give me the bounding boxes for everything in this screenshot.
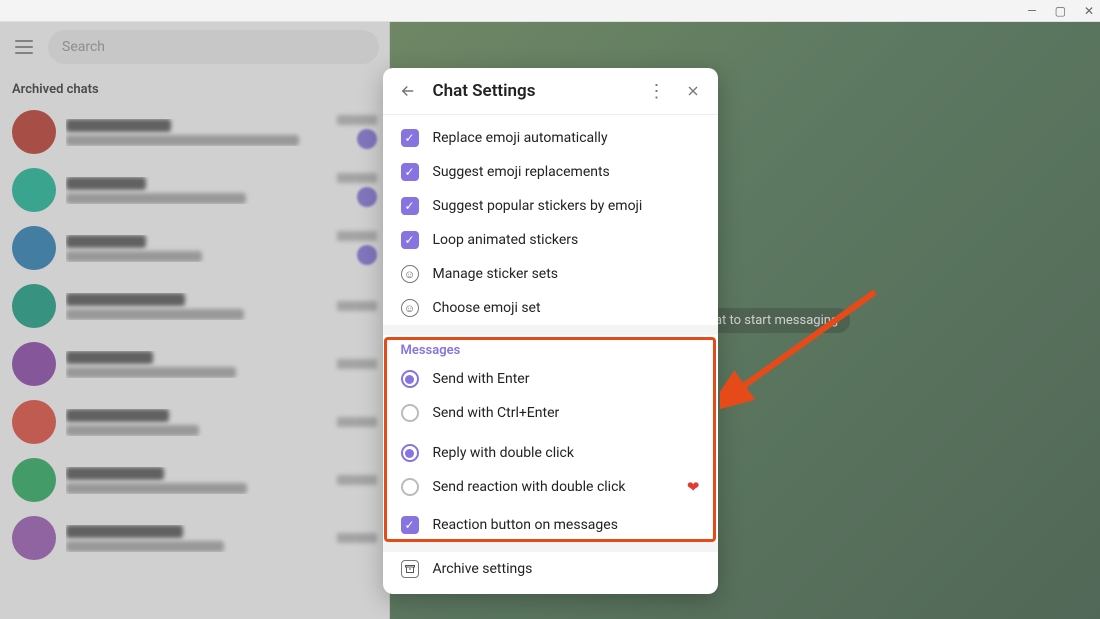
dialog-title: Chat Settings: [433, 81, 632, 101]
checkbox-checked-icon: ✓: [401, 231, 419, 249]
sidebar: Search Archived chats: [0, 22, 390, 619]
setting-label: Choose emoji set: [433, 300, 541, 316]
smiley-icon: ☺: [401, 265, 419, 283]
setting-reaction-button[interactable]: ✓ Reaction button on messages: [383, 508, 718, 542]
avatar: [12, 516, 56, 560]
radio-selected-icon: [401, 370, 419, 388]
chat-date: [337, 417, 377, 427]
archive-icon: [401, 560, 419, 578]
minimize-button[interactable]: —: [1027, 4, 1036, 18]
chat-date: [337, 173, 377, 183]
chat-list-item[interactable]: [0, 451, 389, 509]
chat-list-item[interactable]: [0, 161, 389, 219]
radio-selected-icon: [401, 444, 419, 462]
option-send-with-ctrl-enter[interactable]: Send with Ctrl+Enter: [383, 396, 718, 430]
maximize-button[interactable]: ▢: [1055, 4, 1066, 18]
chat-list-item[interactable]: [0, 219, 389, 277]
unread-badge: [357, 187, 377, 207]
unread-badge: [357, 129, 377, 149]
chat-preview: [66, 309, 244, 320]
chat-name: [66, 119, 171, 132]
chat-date: [337, 475, 377, 485]
setting-label: Replace emoji automatically: [433, 130, 608, 146]
chat-name: [66, 177, 146, 190]
setting-replace-emoji[interactable]: ✓ Replace emoji automatically: [383, 121, 718, 155]
checkbox-checked-icon: ✓: [401, 129, 419, 147]
unread-badge: [357, 245, 377, 265]
chat-date: [337, 301, 377, 311]
option-send-reaction-double-click[interactable]: Send reaction with double click ❤: [383, 470, 718, 504]
chat-date: [337, 231, 377, 241]
option-label: Reply with double click: [433, 445, 574, 461]
chat-date: [337, 533, 377, 543]
chat-name: [66, 235, 146, 248]
chat-name: [66, 409, 169, 422]
archived-chats-label: Archived chats: [0, 72, 389, 103]
avatar: [12, 226, 56, 270]
setting-choose-emoji-set[interactable]: ☺ Choose emoji set: [383, 291, 718, 325]
chat-preview: [66, 483, 247, 494]
setting-archive-settings[interactable]: Archive settings: [383, 552, 718, 586]
checkbox-checked-icon: ✓: [401, 197, 419, 215]
option-send-with-enter[interactable]: Send with Enter: [383, 362, 718, 396]
setting-manage-sticker-sets[interactable]: ☺ Manage sticker sets: [383, 257, 718, 291]
setting-loop-animated[interactable]: ✓ Loop animated stickers: [383, 223, 718, 257]
chat-preview: [66, 135, 299, 146]
setting-suggest-stickers[interactable]: ✓ Suggest popular stickers by emoji: [383, 189, 718, 223]
avatar: [12, 342, 56, 386]
avatar: [12, 458, 56, 502]
radio-unselected-icon: [401, 478, 419, 496]
setting-label: Archive settings: [433, 561, 533, 577]
heart-icon: ❤: [687, 478, 700, 496]
hamburger-menu-button[interactable]: [10, 33, 38, 61]
setting-label: Suggest emoji replacements: [433, 164, 610, 180]
radio-unselected-icon: [401, 404, 419, 422]
chat-name: [66, 467, 164, 480]
search-input[interactable]: Search: [48, 30, 379, 64]
chat-list-item[interactable]: [0, 509, 389, 567]
option-reply-double-click[interactable]: Reply with double click: [383, 436, 718, 470]
window-close-button[interactable]: ✕: [1084, 4, 1094, 18]
chat-name: [66, 293, 185, 306]
chat-settings-dialog: Chat Settings ⋮ ✓ Replace emoji automati…: [383, 68, 718, 594]
setting-label: Suggest popular stickers by emoji: [433, 198, 643, 214]
messages-group-label: Messages: [383, 335, 718, 362]
smiley-icon: ☺: [401, 299, 419, 317]
avatar: [12, 284, 56, 328]
checkbox-checked-icon: ✓: [401, 163, 419, 181]
chat-preview: [66, 425, 199, 436]
checkbox-checked-icon: ✓: [401, 516, 419, 534]
chat-list-item[interactable]: [0, 103, 389, 161]
chat-preview: [66, 367, 236, 378]
setting-label: Manage sticker sets: [433, 266, 559, 282]
option-label: Send with Ctrl+Enter: [433, 405, 560, 421]
dialog-close-button[interactable]: [682, 80, 704, 102]
chat-preview: [66, 251, 202, 262]
option-label: Send reaction with double click: [433, 479, 626, 495]
chat-preview: [66, 541, 224, 552]
avatar: [12, 400, 56, 444]
window-titlebar: — ▢ ✕: [0, 0, 1100, 22]
setting-suggest-emoji[interactable]: ✓ Suggest emoji replacements: [383, 155, 718, 189]
chat-date: [337, 115, 377, 125]
setting-label: Loop animated stickers: [433, 232, 579, 248]
chat-name: [66, 351, 153, 364]
chat-list-item[interactable]: [0, 335, 389, 393]
avatar: [12, 110, 56, 154]
avatar: [12, 168, 56, 212]
chat-list-item[interactable]: [0, 393, 389, 451]
more-menu-button[interactable]: ⋮: [646, 80, 668, 102]
option-label: Send with Enter: [433, 371, 530, 387]
back-button[interactable]: [397, 80, 419, 102]
setting-label: Reaction button on messages: [433, 517, 618, 533]
chat-list-item[interactable]: [0, 277, 389, 335]
chat-name: [66, 525, 183, 538]
chat-preview: [66, 193, 246, 204]
chat-date: [337, 359, 377, 369]
